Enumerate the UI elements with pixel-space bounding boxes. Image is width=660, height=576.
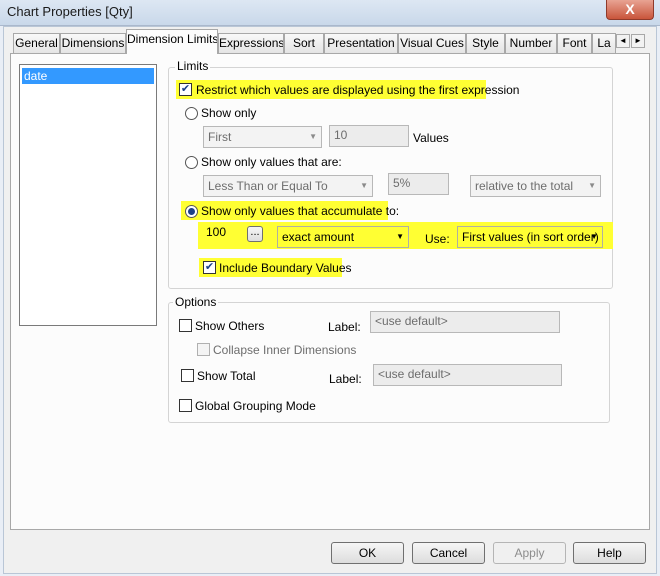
amount-select-value: exact amount — [282, 230, 355, 244]
cancel-button[interactable]: Cancel — [412, 542, 485, 564]
tab-font[interactable]: Font — [557, 33, 592, 53]
restrict-checkbox[interactable]: ✔ — [179, 83, 192, 96]
apply-button[interactable]: Apply — [493, 542, 566, 564]
show-others-label: Show Others — [195, 319, 265, 333]
global-grouping-checkbox[interactable] — [179, 399, 192, 412]
values-label: Values — [413, 131, 449, 145]
dimension-list[interactable]: date — [19, 64, 157, 326]
tab-dimension-limits[interactable]: Dimension Limits — [126, 29, 218, 54]
close-icon: X — [625, 1, 635, 17]
accumulate-radio[interactable] — [185, 205, 198, 218]
list-item[interactable]: date — [22, 68, 154, 84]
others-label-caption: Label: — [328, 320, 361, 334]
chevron-down-icon: ▼ — [396, 232, 404, 241]
show-only-values-radio[interactable] — [185, 156, 198, 169]
collapse-label: Collapse Inner Dimensions — [213, 343, 357, 357]
include-boundary-checkbox[interactable]: ✔ — [203, 261, 216, 274]
limits-group-label: Limits — [175, 59, 211, 73]
tab-general[interactable]: General — [13, 33, 60, 53]
chevron-down-icon: ▼ — [588, 181, 596, 190]
check-icon: ✔ — [180, 83, 191, 95]
show-total-checkbox[interactable] — [181, 369, 194, 382]
check-icon: ✔ — [204, 261, 215, 273]
global-grouping-label: Global Grouping Mode — [195, 399, 316, 413]
accumulate-value-field[interactable]: 100 — [206, 225, 226, 239]
collapse-checkbox[interactable] — [197, 343, 210, 356]
comparison-select[interactable]: Less Than or Equal To ▼ — [203, 175, 373, 197]
tab-number[interactable]: Number — [505, 33, 557, 53]
show-only-select-value: First — [208, 130, 232, 144]
relative-select[interactable]: relative to the total ▼ — [470, 175, 601, 197]
show-only-count-field[interactable]: 10 — [329, 125, 409, 147]
options-group-label: Options — [173, 295, 219, 309]
tab-sort[interactable]: Sort — [284, 33, 324, 53]
ellipsis-button[interactable]: ... — [247, 226, 263, 242]
others-label-field[interactable]: <use default> — [370, 311, 560, 333]
tab-layout[interactable]: La — [592, 33, 616, 53]
chevron-down-icon: ▼ — [590, 232, 598, 241]
percent-field[interactable]: 5% — [388, 173, 449, 195]
show-only-label: Show only — [201, 106, 257, 120]
tab-scroll-right[interactable]: ► — [631, 34, 645, 48]
tab-dimensions[interactable]: Dimensions — [60, 33, 126, 53]
comparison-select-value: Less Than or Equal To — [208, 179, 328, 193]
tab-scroll-left[interactable]: ◄ — [616, 34, 630, 48]
relative-select-value: relative to the total — [475, 179, 574, 193]
show-only-values-label: Show only values that are: — [201, 155, 342, 169]
tab-presentation[interactable]: Presentation — [324, 33, 398, 53]
total-label-field[interactable]: <use default> — [373, 364, 562, 386]
tab-visual-cues[interactable]: Visual Cues — [398, 33, 466, 53]
tab-style[interactable]: Style — [466, 33, 505, 53]
arrow-right-icon: ► — [634, 36, 642, 45]
show-others-checkbox[interactable] — [179, 319, 192, 332]
show-total-label: Show Total — [197, 369, 256, 383]
amount-select[interactable]: exact amount ▼ — [277, 226, 409, 248]
use-label: Use: — [425, 232, 450, 246]
total-label-caption: Label: — [329, 372, 362, 386]
use-select[interactable]: First values (in sort order) ▼ — [457, 226, 603, 248]
help-button[interactable]: Help — [573, 542, 646, 564]
show-only-select[interactable]: First ▼ — [203, 126, 322, 148]
restrict-label: Restrict which values are displayed usin… — [196, 83, 520, 97]
chevron-down-icon: ▼ — [309, 132, 317, 141]
chevron-down-icon: ▼ — [360, 181, 368, 190]
tab-expressions[interactable]: Expressions — [218, 33, 284, 53]
show-only-radio[interactable] — [185, 107, 198, 120]
window-title: Chart Properties [Qty] — [7, 4, 133, 19]
arrow-left-icon: ◄ — [619, 36, 627, 45]
close-button[interactable]: X — [606, 0, 654, 20]
ok-button[interactable]: OK — [331, 542, 404, 564]
include-boundary-label: Include Boundary Values — [219, 261, 352, 275]
use-select-value: First values (in sort order) — [462, 230, 599, 244]
accumulate-label: Show only values that accumulate to: — [201, 204, 400, 218]
